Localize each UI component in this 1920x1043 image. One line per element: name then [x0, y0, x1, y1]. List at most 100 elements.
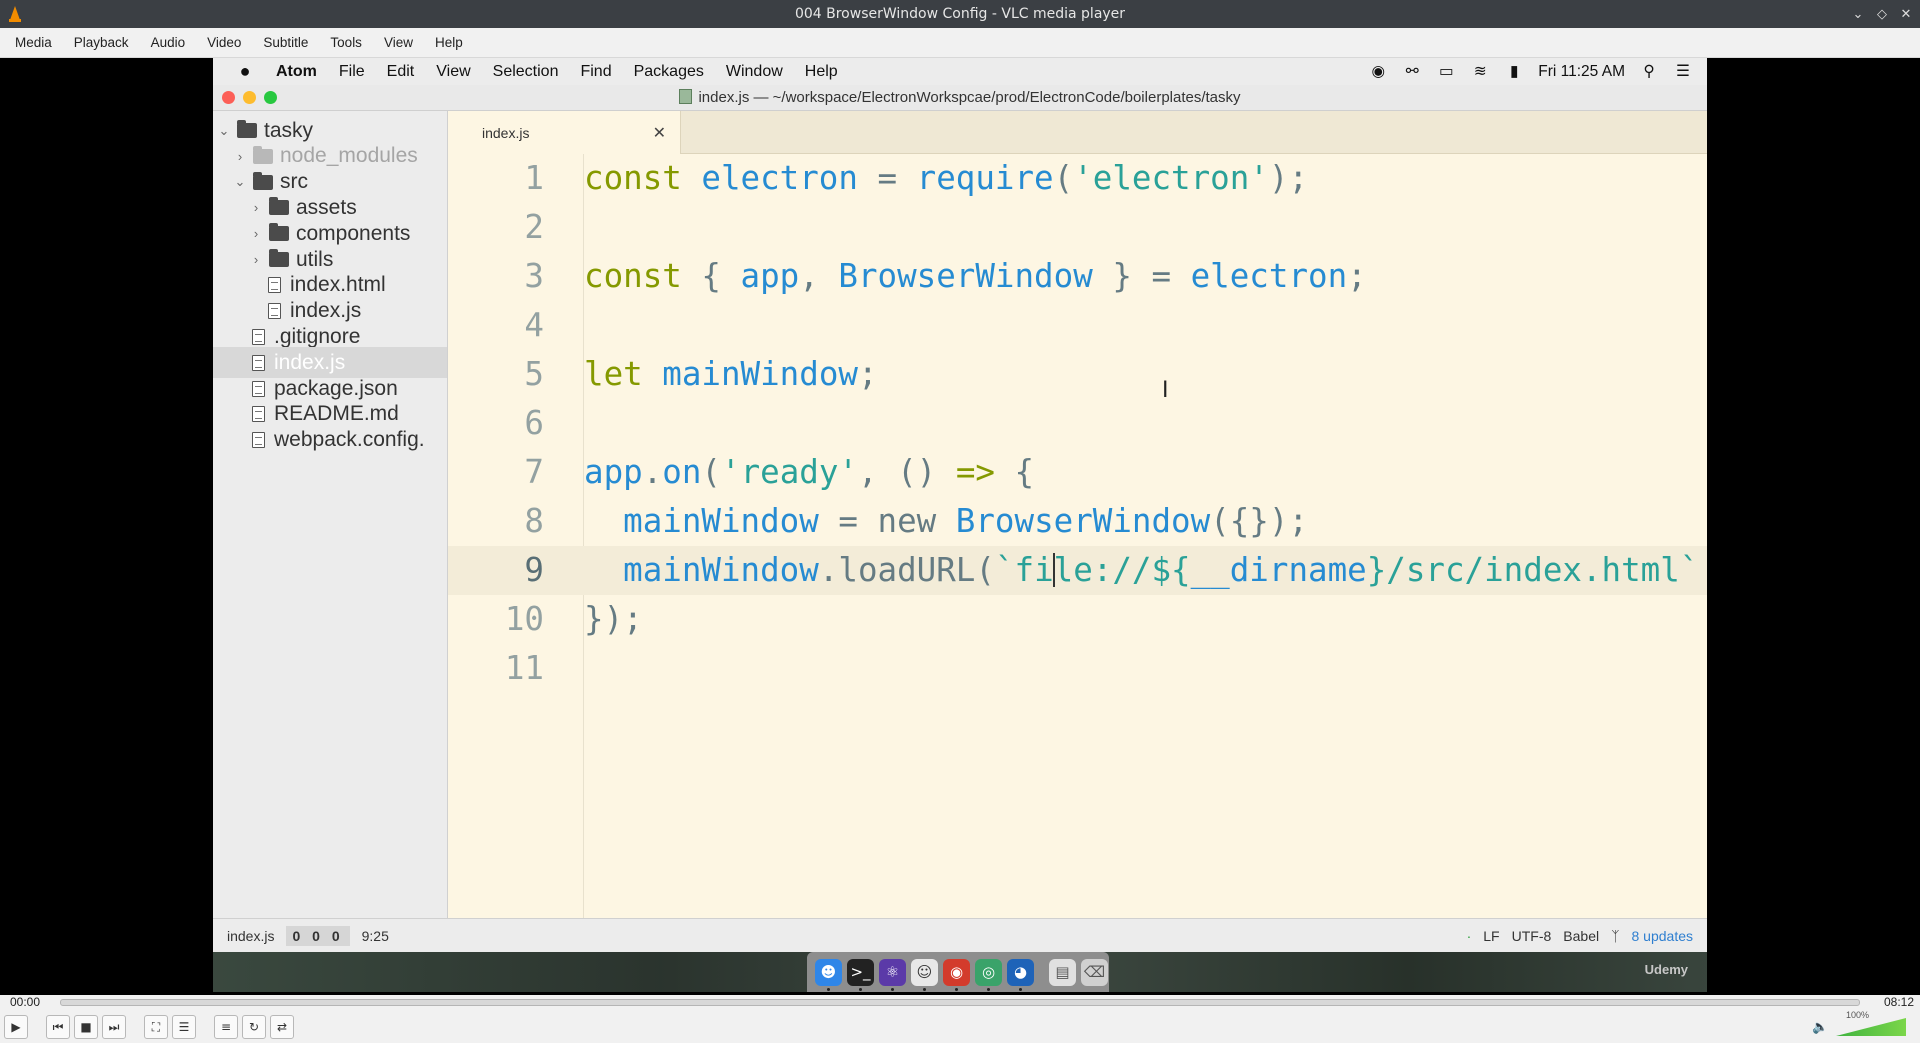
code-editor: 1 2 3 4 5 6 7 8 9 10 11 const electron = require('… — [448, 154, 1707, 918]
atom-app-icon: ⚛ — [879, 958, 906, 991]
code-line[interactable]: }); — [584, 595, 1707, 644]
minimize-icon[interactable]: ⌄ — [1850, 6, 1866, 22]
code-line[interactable] — [584, 301, 1707, 350]
fullscreen-button[interactable]: ⛶ — [144, 1015, 168, 1039]
code-token: electron — [1190, 257, 1348, 295]
code-token: BrowserWindow — [955, 502, 1211, 540]
mac-menu-selection: Selection — [492, 62, 559, 80]
previous-button[interactable]: ⏮ — [46, 1015, 70, 1039]
mac-menu-packages: Packages — [633, 62, 704, 80]
tab-close-icon: ✕ — [652, 125, 666, 142]
chevron-right-icon[interactable]: › — [249, 252, 263, 267]
code-token: mainWindow — [662, 355, 858, 393]
mac-clock: Fri 11:25 AM — [1538, 62, 1625, 80]
spotlight-search-icon: ⚲ — [1643, 63, 1655, 80]
volume-slider[interactable]: 🔈 100% — [1812, 1010, 1912, 1040]
code-token: . — [642, 453, 663, 491]
code-token: 'electron' — [1073, 159, 1269, 197]
tree-file[interactable]: webpack.config. — [213, 425, 447, 456]
chevron-right-icon[interactable]: › — [233, 149, 247, 164]
tree-item-label: tasky — [264, 118, 314, 142]
menu-playback[interactable]: Playback — [63, 35, 140, 50]
menu-tools[interactable]: Tools — [319, 35, 373, 50]
airplay-icon: ▭ — [1438, 63, 1454, 80]
code-token: 'ready' — [721, 453, 858, 491]
file-icon — [268, 277, 281, 294]
code-token: const — [584, 159, 702, 197]
code-line[interactable] — [584, 203, 1707, 252]
volume-percent: 100% — [1846, 1010, 1870, 1020]
code-token: ({}); — [1210, 502, 1309, 540]
code-line[interactable]: mainWindow.loadURL(`file://${__dirname}/… — [584, 546, 1707, 595]
playlist-button[interactable]: ≡ — [214, 1015, 238, 1039]
code-token: __dirname — [1190, 551, 1367, 589]
shuffle-button[interactable]: ⇄ — [270, 1015, 294, 1039]
maximize-icon[interactable]: ◇ — [1874, 6, 1890, 22]
chrome-icon: ◉ — [943, 958, 970, 991]
chevron-down-icon[interactable]: ⌄ — [217, 123, 231, 139]
glasses-icon: ⚯ — [1405, 63, 1419, 80]
vlc-window: 004 BrowserWindow Config - VLC media pla… — [0, 0, 1920, 1043]
ibeam-cursor-icon: I — [1162, 378, 1169, 403]
documents-icon: ▤ — [1049, 958, 1076, 986]
menu-help[interactable]: Help — [424, 35, 474, 50]
tree-item-label: index.js — [274, 350, 346, 374]
vlc-cone-icon — [0, 0, 30, 28]
play-button[interactable]: ▶ — [4, 1015, 28, 1039]
line-number: 8 — [524, 502, 544, 540]
line-number: 9 — [448, 546, 584, 595]
line-number: 6 — [524, 404, 544, 442]
code-token: = — [857, 159, 917, 197]
time-elapsed: 00:00 — [10, 995, 41, 1009]
menu-audio[interactable]: Audio — [140, 35, 197, 50]
code-area: const electron = require('electron'); con… — [584, 154, 1707, 918]
extended-settings-button[interactable]: ☰ — [172, 1015, 196, 1039]
code-line[interactable]: const { app, BrowserWindow } = electron; — [584, 252, 1707, 301]
loop-button[interactable]: ↻ — [242, 1015, 266, 1039]
mac-menu-help: Help — [804, 62, 838, 80]
mac-menu-view: View — [436, 62, 471, 80]
chevron-down-icon[interactable]: ⌄ — [233, 174, 247, 190]
code-line[interactable] — [584, 644, 1707, 693]
folder-icon — [269, 249, 289, 267]
file-icon — [252, 328, 265, 345]
close-icon[interactable]: ✕ — [1898, 6, 1914, 22]
status-updates: 8 updates — [1631, 927, 1694, 944]
code-token: = — [818, 502, 878, 540]
code-token: require — [916, 159, 1054, 197]
code-line[interactable]: let mainWindow; — [584, 350, 1707, 399]
vlc-titlebar: 004 BrowserWindow Config - VLC media pla… — [0, 0, 1920, 28]
tree-item-label: index.html — [290, 273, 386, 297]
chevron-right-icon[interactable]: › — [249, 200, 263, 215]
menu-media[interactable]: Media — [4, 35, 63, 50]
vlc-menubar: Media Playback Audio Video Subtitle Tool… — [0, 28, 1920, 58]
line-number: 7 — [524, 453, 544, 491]
tree-item-label: README.md — [274, 402, 399, 426]
next-button[interactable]: ⏭ — [102, 1015, 126, 1039]
line-number: 11 — [504, 649, 544, 687]
code-line[interactable] — [584, 399, 1707, 448]
speaker-icon[interactable]: 🔈 — [1812, 1020, 1828, 1035]
seek-slider[interactable] — [60, 999, 1860, 1006]
wifi-icon: ≋ — [1473, 63, 1487, 80]
code-token: , () — [857, 453, 956, 491]
stop-button[interactable]: ■ — [74, 1015, 98, 1039]
menu-view[interactable]: View — [373, 35, 424, 50]
code-line[interactable]: mainWindow = new BrowserWindow({}); — [584, 497, 1707, 546]
code-token: } = — [1092, 257, 1191, 295]
code-token: ; — [857, 355, 878, 393]
code-line[interactable]: app.on('ready', () => { — [584, 448, 1707, 497]
menu-video[interactable]: Video — [196, 35, 252, 50]
window-title: 004 BrowserWindow Config - VLC media pla… — [794, 6, 1126, 22]
mac-menu-edit: Edit — [386, 62, 415, 80]
line-number-gutter: 1 2 3 4 5 6 7 8 9 10 11 — [448, 154, 584, 918]
code-line[interactable]: const electron = require('electron'); — [584, 154, 1707, 203]
chevron-right-icon[interactable]: › — [249, 226, 263, 241]
folder-icon — [269, 197, 289, 216]
mac-menu-find: Find — [580, 62, 612, 80]
code-token: , — [799, 257, 839, 295]
menu-subtitle[interactable]: Subtitle — [252, 35, 319, 50]
file-icon — [252, 380, 265, 397]
code-token: { — [994, 453, 1035, 491]
